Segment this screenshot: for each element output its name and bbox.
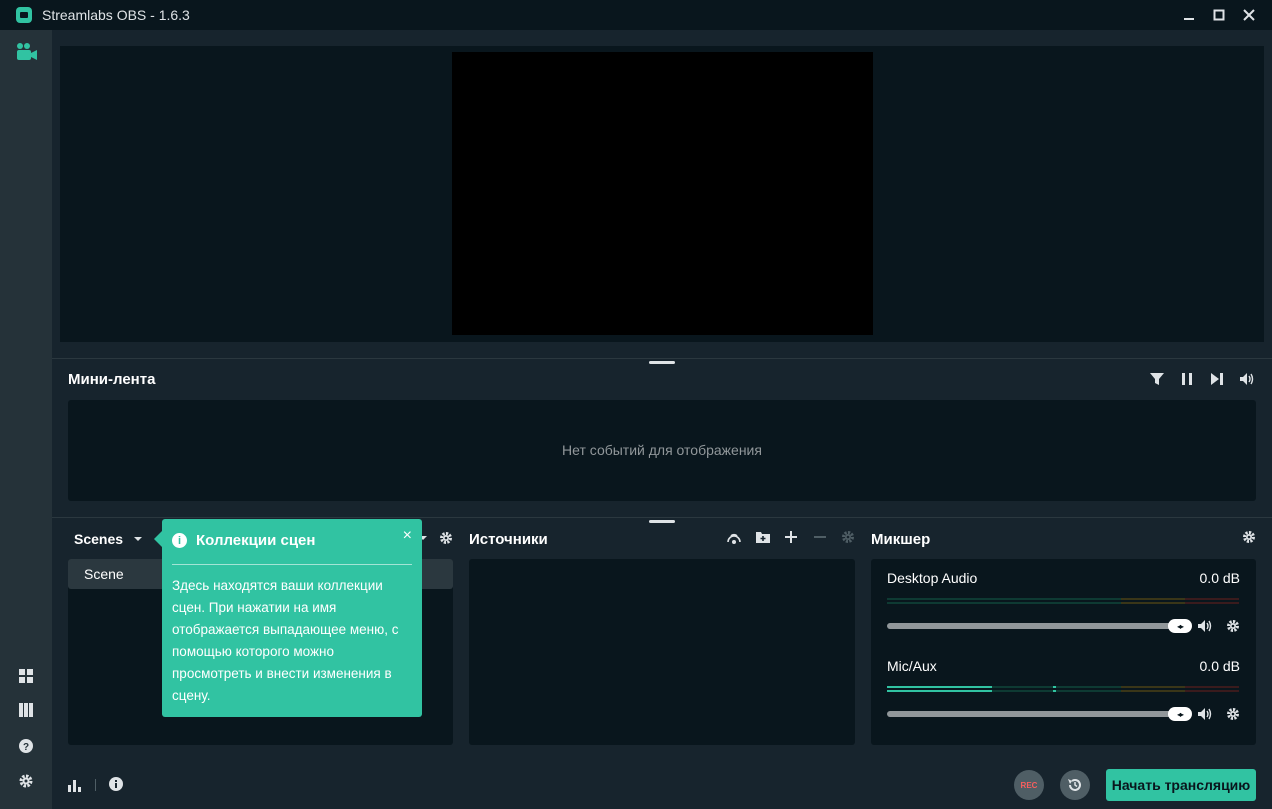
minimize-icon [1184, 18, 1194, 20]
divider [52, 358, 1272, 359]
mute-icon[interactable] [1196, 705, 1214, 723]
scene-item-label: Scene [84, 566, 124, 582]
gear-icon[interactable] [839, 528, 857, 546]
mixer-panel: Desktop Audio 0.0 dB ◂▸ Mic/Aux 0.0 dB ◂… [871, 559, 1256, 745]
svg-text:?: ? [23, 742, 29, 753]
pause-icon[interactable] [1178, 370, 1196, 388]
record-button[interactable]: REC [1014, 770, 1044, 800]
layout-editor-icon[interactable] [16, 666, 36, 686]
channel-settings-icon[interactable] [1224, 617, 1242, 635]
studio-mode-icon[interactable] [16, 700, 36, 720]
minifeed-title: Мини-лента [68, 371, 156, 388]
volume-slider-handle[interactable]: ◂▸ [1168, 707, 1192, 721]
close-button[interactable] [1234, 0, 1264, 30]
scene-selector-icon[interactable] [725, 528, 743, 546]
resize-handle-minifeed[interactable] [649, 361, 675, 364]
volume-slider[interactable] [887, 623, 1187, 629]
mixer-channel-db: 0.0 dB [1199, 658, 1240, 674]
volume-meter [887, 598, 1239, 604]
go-live-button[interactable]: Начать трансляцию [1106, 769, 1256, 801]
preview-canvas[interactable] [452, 52, 873, 335]
replay-icon [1068, 779, 1081, 791]
mute-icon[interactable] [1196, 617, 1214, 635]
tooltip-title: Коллекции сцен [196, 532, 316, 549]
mixer-settings-icon[interactable] [1240, 528, 1258, 546]
minifeed-empty-text: Нет событий для отображения [562, 442, 762, 458]
mixer-channel-name: Desktop Audio [887, 570, 978, 586]
minifeed-list: Нет событий для отображения [68, 400, 1256, 501]
tooltip-divider [172, 564, 412, 565]
info-icon: i [172, 533, 187, 548]
tooltip-body: Здесь находятся ваши коллекции сцен. При… [172, 578, 399, 703]
window-title: Streamlabs OBS - 1.6.3 [42, 7, 190, 23]
scenes-settings-icon[interactable] [437, 529, 455, 547]
studio-preview [60, 46, 1264, 342]
sources-title: Источники [469, 531, 548, 548]
mixer-channel-name: Mic/Aux [887, 658, 937, 674]
replay-buffer-button[interactable] [1060, 770, 1090, 800]
add-icon[interactable] [782, 528, 800, 546]
volume-slider[interactable] [887, 711, 1187, 717]
add-folder-icon[interactable] [754, 528, 772, 546]
streamlabs-logo-icon [16, 7, 32, 23]
tooltip-close-button[interactable]: × [403, 527, 412, 545]
scene-collection-selector[interactable]: Scenes [74, 531, 143, 547]
settings-icon[interactable] [16, 771, 36, 791]
volume-meter [887, 686, 1239, 692]
tooltip-arrow [154, 531, 162, 547]
close-icon [1243, 9, 1255, 21]
scene-collections-tooltip: i Коллекции сцен × Здесь находятся ваши … [154, 519, 422, 717]
sources-panel [469, 559, 855, 745]
title-bar: Streamlabs OBS - 1.6.3 [0, 0, 1272, 30]
skip-icon[interactable] [1208, 370, 1226, 388]
footer-separator [95, 779, 96, 791]
volume-icon[interactable] [1238, 370, 1256, 388]
filter-icon[interactable] [1148, 370, 1166, 388]
mixer-channel-db: 0.0 dB [1199, 570, 1240, 586]
remove-icon[interactable] [811, 528, 829, 546]
info-icon[interactable] [107, 775, 125, 793]
maximize-icon [1213, 9, 1225, 21]
left-nav: ? [0, 30, 52, 809]
scene-collection-label: Scenes [74, 531, 124, 547]
maximize-button[interactable] [1204, 0, 1234, 30]
help-icon[interactable]: ? [16, 736, 36, 756]
mixer-title: Микшер [871, 531, 931, 548]
resize-handle-panels[interactable] [649, 520, 675, 523]
minimize-button[interactable] [1174, 0, 1204, 30]
channel-settings-icon[interactable] [1224, 705, 1242, 723]
volume-slider-handle[interactable]: ◂▸ [1168, 619, 1192, 633]
studio-camera-icon[interactable] [16, 42, 37, 62]
performance-stats-icon[interactable] [66, 776, 84, 794]
footer: REC Начать трансляцию [52, 761, 1272, 809]
chevron-down-icon [134, 537, 143, 541]
divider [52, 517, 1272, 518]
